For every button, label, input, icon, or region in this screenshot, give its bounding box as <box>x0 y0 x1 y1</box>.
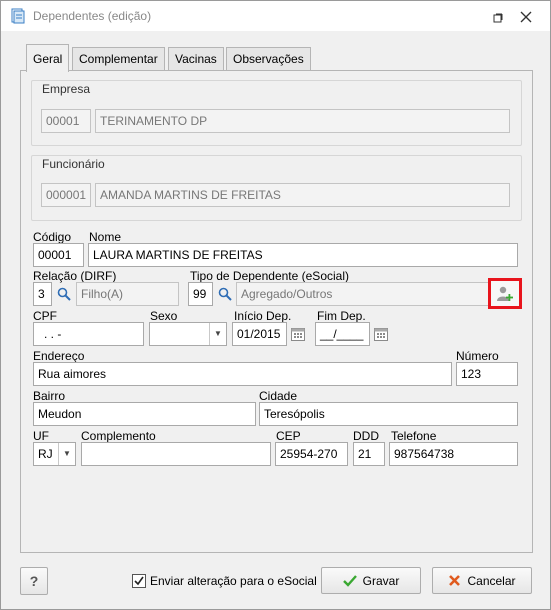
funcionario-name-field: AMANDA MARTINS DE FREITAS <box>95 183 510 207</box>
chevron-down-icon: ▼ <box>58 443 75 465</box>
check-icon <box>342 574 357 587</box>
title-bar: Dependentes (edição) <box>1 1 550 31</box>
cidade-label: Cidade <box>259 389 298 403</box>
funcionario-group-label: Funcionário <box>42 157 105 171</box>
nome-label: Nome <box>89 230 122 244</box>
sexo-label: Sexo <box>150 309 178 323</box>
restore-icon[interactable] <box>493 12 503 23</box>
uf-value: RJ <box>38 447 53 461</box>
fim-dep-input[interactable]: __/____ <box>315 322 370 346</box>
tab-label: Vacinas <box>175 52 217 66</box>
cep-label: CEP <box>276 429 301 443</box>
save-button[interactable]: Gravar <box>321 567 421 594</box>
ddd-label: DDD <box>353 429 379 443</box>
ddd-input[interactable]: 21 <box>353 442 385 466</box>
cancel-button[interactable]: Cancelar <box>432 567 532 594</box>
telefone-label: Telefone <box>391 429 437 443</box>
inicio-dep-label: Início Dep. <box>234 309 292 323</box>
dialog-window: Dependentes (edição) Geral Complementar … <box>0 0 551 610</box>
esocial-checkbox-label: Enviar alteração para o eSocial <box>150 574 317 588</box>
tipo-search-icon[interactable] <box>215 283 235 305</box>
tab-complementar[interactable]: Complementar <box>72 47 165 71</box>
calendar-icon[interactable] <box>288 323 308 345</box>
bairro-label: Bairro <box>33 389 66 403</box>
cidade-input[interactable]: Teresópolis <box>259 402 518 426</box>
close-x-icon <box>448 574 461 587</box>
endereco-input[interactable]: Rua aimores <box>33 362 452 386</box>
tab-label: Geral <box>33 52 63 66</box>
codigo-input[interactable]: 00001 <box>33 243 84 267</box>
uf-label: UF <box>33 429 49 443</box>
help-label: ? <box>29 573 39 589</box>
endereco-label: Endereço <box>33 349 85 363</box>
tab-panel-geral: Empresa 00001 TERINAMENTO DP Funcionário… <box>20 70 533 553</box>
numero-label: Número <box>456 349 499 363</box>
tab-label: Complementar <box>79 52 158 66</box>
esocial-checkbox[interactable] <box>132 574 146 588</box>
fim-dep-label: Fim Dep. <box>317 309 366 323</box>
add-user-icon <box>496 285 514 303</box>
tipo-desc-field: Agregado/Outros <box>236 282 491 306</box>
nome-input[interactable]: LAURA MARTINS DE FREITAS <box>88 243 518 267</box>
funcionario-code-field: 000001 <box>41 183 91 207</box>
codigo-label: Código <box>33 230 72 244</box>
inicio-dep-input[interactable]: 01/2015 <box>232 322 287 346</box>
cep-input[interactable]: 25954-270 <box>275 442 348 466</box>
add-dependent-type-button[interactable] <box>488 278 522 309</box>
calendar-icon[interactable] <box>371 323 391 345</box>
complemento-input[interactable] <box>81 442 271 466</box>
empresa-name-field: TERINAMENTO DP <box>95 109 510 133</box>
uf-select[interactable]: RJ ▼ <box>33 442 76 466</box>
tipo-dependente-label: Tipo de Dependente (eSocial) <box>190 269 349 283</box>
tab-observacoes[interactable]: Observações <box>226 47 311 71</box>
relacao-label: Relação (DIRF) <box>33 269 117 283</box>
sexo-select[interactable]: ▼ <box>149 322 227 346</box>
tab-geral[interactable]: Geral <box>26 44 70 72</box>
telefone-input[interactable]: 987564738 <box>389 442 518 466</box>
bairro-input[interactable]: Meudon <box>33 402 256 426</box>
complemento-label: Complemento <box>81 429 156 443</box>
relacao-search-icon[interactable] <box>54 283 74 305</box>
cpf-label: CPF <box>33 309 57 323</box>
empresa-code-field: 00001 <box>41 109 91 133</box>
chevron-down-icon: ▼ <box>209 323 226 345</box>
cpf-input[interactable]: . . - <box>33 322 144 346</box>
tab-vacinas[interactable]: Vacinas <box>168 47 224 71</box>
esocial-checkbox-row[interactable]: Enviar alteração para o eSocial <box>132 574 317 588</box>
relacao-code-input[interactable]: 3 <box>33 282 52 306</box>
tipo-code-input[interactable]: 99 <box>188 282 213 306</box>
close-icon[interactable] <box>520 11 532 23</box>
window-title: Dependentes (edição) <box>33 9 152 23</box>
tab-label: Observações <box>233 52 304 66</box>
app-icon <box>11 8 25 24</box>
empresa-group-label: Empresa <box>42 82 91 96</box>
cancel-label: Cancelar <box>467 573 516 588</box>
save-label: Gravar <box>362 573 400 588</box>
numero-input[interactable]: 123 <box>456 362 518 386</box>
help-button[interactable]: ? <box>20 567 48 595</box>
relacao-desc-field: Filho(A) <box>76 282 179 306</box>
